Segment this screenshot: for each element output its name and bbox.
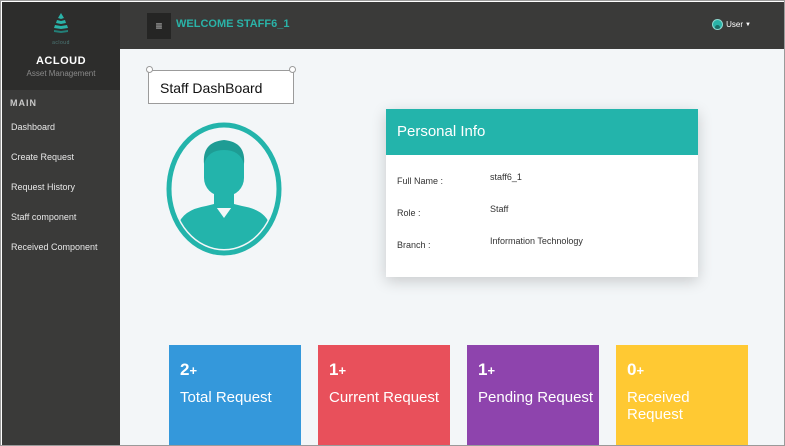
main-content: Staff DashBoard Personal Info Full Name … bbox=[120, 49, 784, 445]
stat-card-pending-request[interactable]: 1+ Pending Request bbox=[467, 345, 599, 445]
stat-count-suffix: + bbox=[338, 363, 347, 378]
user-menu[interactable]: User ▼ bbox=[712, 19, 751, 30]
profile-avatar-icon bbox=[166, 122, 282, 256]
stat-count: 1+ bbox=[329, 360, 346, 380]
sidebar-item-dashboard[interactable]: Dashboard bbox=[2, 112, 120, 142]
role-label: Role : bbox=[397, 208, 421, 218]
stat-count: 2+ bbox=[180, 360, 197, 380]
branch-label: Branch : bbox=[397, 240, 431, 250]
stat-count-suffix: + bbox=[487, 363, 496, 378]
scroll-curl-icon bbox=[146, 66, 153, 73]
page-title-banner: Staff DashBoard bbox=[146, 66, 296, 106]
sidebar-section-label: MAIN bbox=[10, 98, 37, 108]
stat-count: 1+ bbox=[478, 360, 495, 380]
sidebar-item-request-history[interactable]: Request History bbox=[2, 172, 120, 202]
full-name-label: Full Name : bbox=[397, 176, 444, 186]
user-label: User bbox=[726, 20, 744, 29]
hamburger-icon[interactable]: ≡ bbox=[147, 13, 171, 39]
stat-label: Total Request bbox=[180, 389, 272, 406]
stat-label: Pending Request bbox=[478, 389, 594, 406]
page-title: Staff DashBoard bbox=[148, 70, 294, 104]
stat-count-suffix: + bbox=[189, 363, 198, 378]
full-name-value: staff6_1 bbox=[490, 172, 522, 182]
top-bar: ≡ WELCOME STAFF6_1 User ▼ bbox=[120, 2, 784, 49]
stat-card-total-request[interactable]: 2+ Total Request bbox=[169, 345, 301, 445]
stat-label: Received Request bbox=[627, 389, 690, 423]
brand: acloud ACLOUD Asset Management bbox=[2, 2, 120, 90]
stat-card-current-request[interactable]: 1+ Current Request bbox=[318, 345, 450, 445]
brand-name: ACLOUD bbox=[35, 55, 87, 67]
app-window: acloud ACLOUD Asset Management MAIN Dash… bbox=[0, 0, 785, 446]
logo-subtext: acloud bbox=[52, 40, 70, 46]
brand-tagline: Asset Management bbox=[26, 69, 96, 78]
chevron-down-icon: ▼ bbox=[745, 21, 751, 28]
personal-info-card: Personal Info Full Name : staff6_1 Role … bbox=[386, 109, 698, 277]
user-avatar-icon bbox=[712, 19, 724, 30]
stat-label: Current Request bbox=[329, 389, 440, 406]
personal-info-heading: Personal Info bbox=[386, 109, 698, 155]
sidebar: acloud ACLOUD Asset Management MAIN Dash… bbox=[2, 2, 120, 445]
sidebar-item-received-component[interactable]: Received Component bbox=[2, 232, 120, 262]
branch-value: Information Technology bbox=[490, 236, 583, 246]
sidebar-item-create-request[interactable]: Create Request bbox=[2, 142, 120, 172]
role-value: Staff bbox=[490, 204, 509, 214]
stat-card-received-request[interactable]: 0+ Received Request bbox=[616, 345, 748, 445]
acloud-logo-icon bbox=[54, 13, 68, 33]
stat-count-suffix: + bbox=[636, 363, 645, 378]
welcome-text: WELCOME STAFF6_1 bbox=[176, 18, 290, 30]
stat-count: 0+ bbox=[627, 360, 644, 380]
scroll-curl-icon bbox=[289, 66, 296, 73]
sidebar-item-staff-component[interactable]: Staff component bbox=[2, 202, 120, 232]
